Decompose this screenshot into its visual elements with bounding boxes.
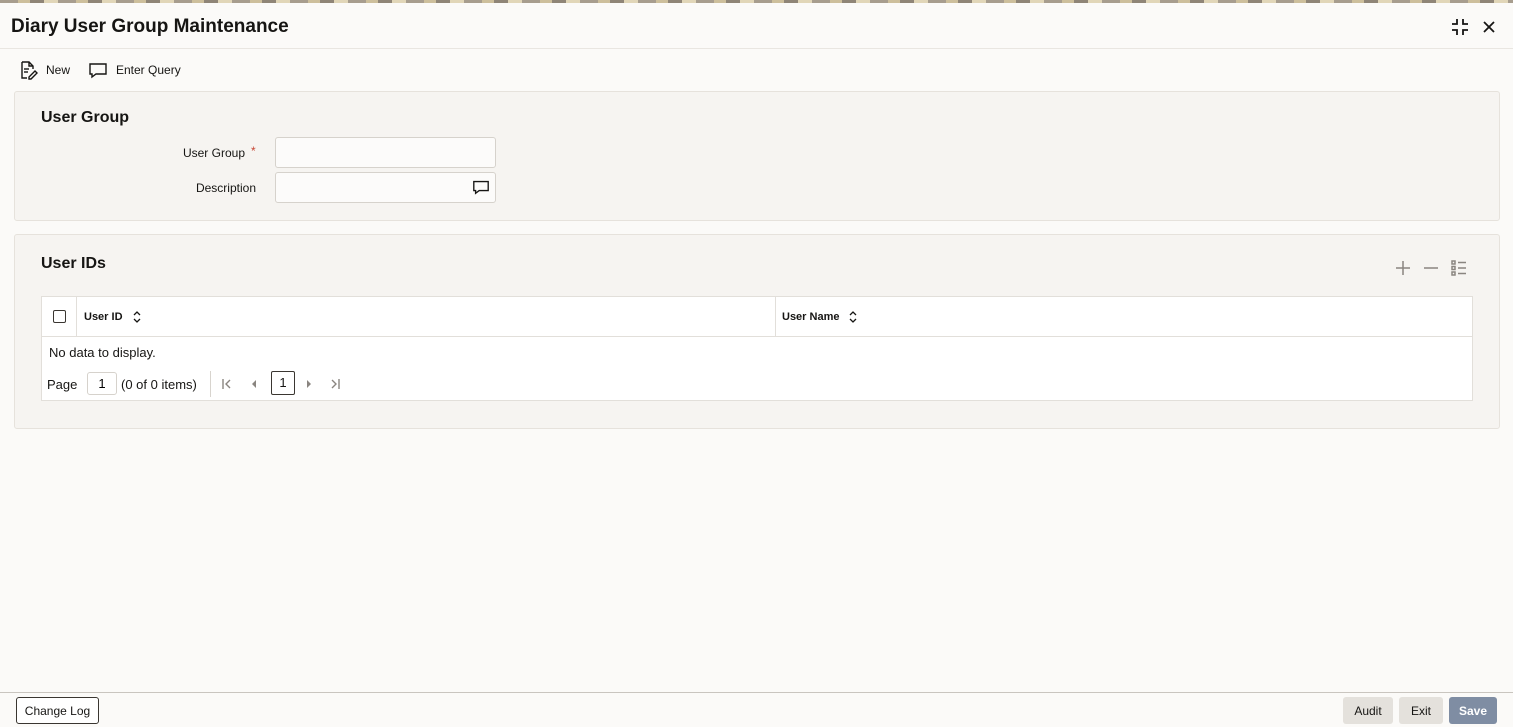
user-group-panel: User Group User Group * Description [14,91,1500,221]
speech-bubble-icon [89,63,107,79]
user-group-input[interactable] [275,137,496,168]
next-page-icon[interactable] [302,377,316,391]
column-divider [775,297,776,337]
description-input[interactable] [275,172,496,203]
plus-icon[interactable] [1393,258,1413,278]
page-title: Diary User Group Maintenance [11,16,289,37]
enter-query-label: Enter Query [116,63,181,77]
new-label: New [46,63,71,77]
footer-bar: Change Log Audit Exit Save [0,692,1513,727]
exit-button[interactable]: Exit [1399,697,1443,724]
sort-icon[interactable] [847,310,859,324]
column-header-user-name[interactable]: User Name [782,311,839,323]
sort-icon[interactable] [131,310,143,324]
pager-divider [210,371,211,397]
items-count: (0 of 0 items) [121,377,197,392]
user-group-label: User Group [182,146,245,160]
first-page-icon[interactable] [220,377,234,391]
minus-icon[interactable] [1421,258,1441,278]
user-ids-section-title: User IDs [41,255,106,272]
page-label: Page [47,377,78,392]
last-page-icon[interactable] [328,377,342,391]
description-label: Description [195,181,256,195]
user-group-section-title: User Group [41,109,130,126]
pagination: Page (0 of 0 items) 1 [47,371,647,397]
collapse-arrows-icon[interactable] [1449,16,1471,38]
previous-page-icon[interactable] [247,377,261,391]
change-log-button[interactable]: Change Log [16,697,99,724]
list-settings-icon[interactable] [1449,258,1469,278]
column-header-user-id[interactable]: User ID [84,311,123,323]
required-marker: * [251,144,256,158]
document-edit-icon [21,61,38,80]
column-divider [76,297,77,337]
enter-query-button[interactable]: Enter Query [88,58,181,82]
title-bar: Diary User Group Maintenance [0,3,1513,49]
toolbar: New Enter Query [0,58,400,82]
audit-button[interactable]: Audit [1343,697,1393,724]
user-ids-panel: User IDs User ID User Name No data to di… [14,234,1500,429]
empty-message: No data to display. [49,345,156,360]
select-all-checkbox[interactable] [53,310,66,323]
page-number-input[interactable] [87,372,117,395]
speech-bubble-icon[interactable] [472,178,490,196]
save-button[interactable]: Save [1449,697,1497,724]
close-icon[interactable] [1478,16,1500,38]
current-page-button[interactable]: 1 [271,371,295,395]
user-ids-table: User ID User Name No data to display. Pa… [41,296,1473,401]
new-button[interactable]: New [18,58,70,82]
table-header: User ID User Name [42,297,1472,337]
